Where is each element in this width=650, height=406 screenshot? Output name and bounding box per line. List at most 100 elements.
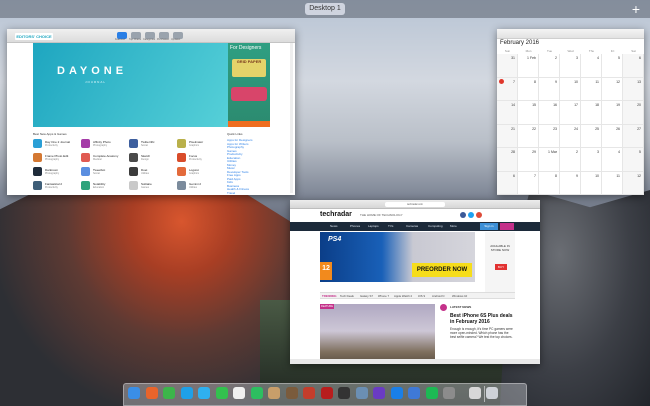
facebook-icon[interactable] (460, 212, 466, 218)
trending-tab[interactable]: Apple Watch 2 (394, 294, 412, 298)
trending-tab[interactable]: Windows 10 (452, 294, 467, 298)
calendar-day-cell[interactable]: 27 (623, 124, 644, 148)
xcode-icon[interactable] (408, 387, 420, 399)
trash-icon[interactable] (486, 387, 498, 399)
calendar-day-cell[interactable]: 22 (518, 124, 539, 148)
facetime-icon[interactable] (163, 387, 175, 399)
trending-tab[interactable]: TRENDING (322, 294, 337, 298)
app-tile[interactable]: Frame Photo Edit Photography (33, 153, 79, 163)
nav-item[interactable]: TVs (388, 224, 393, 228)
calendar-day-cell[interactable]: 5 (602, 54, 623, 78)
app-tile[interactable]: Tweetbot Social (81, 167, 127, 177)
app-tile[interactable]: Affinity Photo Photography (81, 139, 127, 149)
calendar-day-cell[interactable]: 12 (602, 77, 623, 101)
app-tile[interactable]: Darkroom Photography (33, 167, 79, 177)
calendar-day-cell[interactable]: 10 (560, 77, 581, 101)
calendar-day-cell[interactable]: 13 (623, 77, 644, 101)
calendar-day-cell[interactable]: 21 (497, 124, 518, 148)
app-tile[interactable]: Sketch Design (129, 153, 175, 163)
quick-link[interactable]: Lifestyle (227, 194, 238, 195)
calendar-day-cell[interactable]: 3 (560, 54, 581, 78)
calendar-day-cell[interactable]: 9 (560, 171, 581, 195)
messages-icon[interactable] (198, 387, 210, 399)
calendar-day-cell[interactable]: 15 (518, 101, 539, 125)
app-tile[interactable]: Solitaire Games (129, 181, 175, 191)
ad-preorder-button[interactable]: PREORDER NOW (412, 263, 472, 277)
finder-icon[interactable] (128, 387, 140, 399)
calendar-day-cell[interactable]: 11 (602, 171, 623, 195)
calendar-day-cell[interactable]: 2 (560, 148, 581, 172)
feature-image[interactable] (320, 304, 435, 364)
sign-in-button[interactable]: Sign in (480, 223, 498, 230)
calendar-day-cell[interactable]: 11 (581, 77, 602, 101)
app-tile[interactable]: Focus Productivity (177, 153, 223, 163)
calendar-day-cell[interactable]: 4 (581, 54, 602, 78)
contacts-icon[interactable] (268, 387, 280, 399)
calendar-day-cell[interactable]: 6 (623, 54, 644, 78)
nav-item[interactable]: News (330, 224, 338, 228)
calendar-day-cell[interactable]: 31 (497, 54, 518, 78)
app-tile[interactable]: Gemini 2 Utilities (177, 181, 223, 191)
calendar-day-cell[interactable]: 16 (539, 101, 560, 125)
calendar-day-cell[interactable]: 2 (539, 54, 560, 78)
calendar-day-cell[interactable]: 8 (518, 77, 539, 101)
calendar-day-cell[interactable]: 26 (602, 124, 623, 148)
calendar-day-cell[interactable]: 9 (539, 77, 560, 101)
imovie-icon[interactable] (373, 387, 385, 399)
documents-icon[interactable] (468, 387, 481, 399)
calendar-day-cell[interactable]: 19 (602, 101, 623, 125)
calendar-day-cell[interactable]: 6 (497, 171, 518, 195)
subscribe-button[interactable] (500, 223, 514, 230)
preview-icon[interactable] (355, 387, 368, 399)
calendar-day-cell[interactable]: 8 (539, 171, 560, 195)
app-tile[interactable]: Pixelmator Graphics (177, 139, 223, 149)
app-tile[interactable]: Duet Utilities (129, 167, 175, 177)
terminal-icon[interactable] (338, 387, 350, 399)
calendar-day-cell[interactable]: 18 (581, 101, 602, 125)
spotify-icon[interactable] (425, 387, 438, 399)
featured-hero-banner[interactable] (33, 43, 228, 127)
nav-item[interactable]: Computing (428, 224, 443, 228)
article-title[interactable]: Best iPhone 6S Plus deals in February 20… (450, 313, 515, 325)
calendar-day-cell[interactable]: 24 (560, 124, 581, 148)
calendar-day-cell[interactable]: 20 (623, 101, 644, 125)
app-store-window[interactable]: EDITORS' CHOICE DAYONE JOURNAL For Desig… (7, 29, 295, 195)
desktop-1-space[interactable]: Desktop 1 (305, 3, 345, 15)
app-tile[interactable]: Logoist Graphics (177, 167, 223, 177)
app-tile[interactable]: Fantastical 2 Productivity (33, 181, 79, 191)
system-preferences-icon[interactable] (443, 387, 455, 399)
calendar-day-cell[interactable]: 14 (497, 101, 518, 125)
app-tile[interactable]: Day One 2 Journal Productivity (33, 139, 79, 149)
browser-window[interactable]: techradar.com techradar THE HOME OF TECH… (290, 200, 540, 364)
calendar-day-cell[interactable]: 29 (518, 148, 539, 172)
trending-tab[interactable]: iPhone 7 (378, 294, 389, 298)
calendar-day-cell[interactable]: 12 (623, 171, 644, 195)
cyberduck-icon[interactable] (303, 387, 315, 399)
firefox-icon[interactable] (145, 387, 158, 399)
google-plus-icon[interactable] (476, 212, 482, 218)
address-bar[interactable]: techradar.com (385, 202, 445, 207)
calendar-window[interactable]: February 2016 Sun Mon Tue Wed Thu Fri Sat 31 1 F… (497, 29, 644, 195)
calendar-icon[interactable] (233, 387, 245, 399)
calendar-day-cell[interactable]: 7 (497, 77, 518, 101)
whatsapp-icon[interactable] (215, 387, 228, 399)
calendar-day-cell[interactable]: 3 (581, 148, 602, 172)
trending-tab[interactable]: Galaxy S7 (360, 294, 373, 298)
nav-item[interactable]: Cameras (406, 224, 418, 228)
calendar-day-cell[interactable]: 1 Feb (518, 54, 539, 78)
side-ad[interactable] (485, 232, 515, 294)
trending-tab[interactable]: Tech Deals (340, 294, 354, 298)
filezilla-icon[interactable] (320, 387, 333, 399)
add-space-button[interactable]: + (632, 0, 640, 18)
app-tile[interactable]: Complete Anatomy Medical (81, 153, 127, 163)
twitter-icon[interactable] (468, 212, 474, 218)
designers-promo-banner[interactable] (228, 43, 270, 127)
app-store-icon[interactable] (390, 387, 403, 399)
app-tile[interactable]: Twitterrific Social (129, 139, 175, 149)
calendar-day-cell[interactable]: 10 (581, 171, 602, 195)
calendar-day-cell[interactable]: 25 (581, 124, 602, 148)
app-store-scrollbar[interactable] (290, 43, 293, 193)
nav-item[interactable]: More (450, 224, 457, 228)
calendar-day-cell[interactable]: 17 (560, 101, 581, 125)
skype-icon[interactable] (180, 387, 193, 399)
